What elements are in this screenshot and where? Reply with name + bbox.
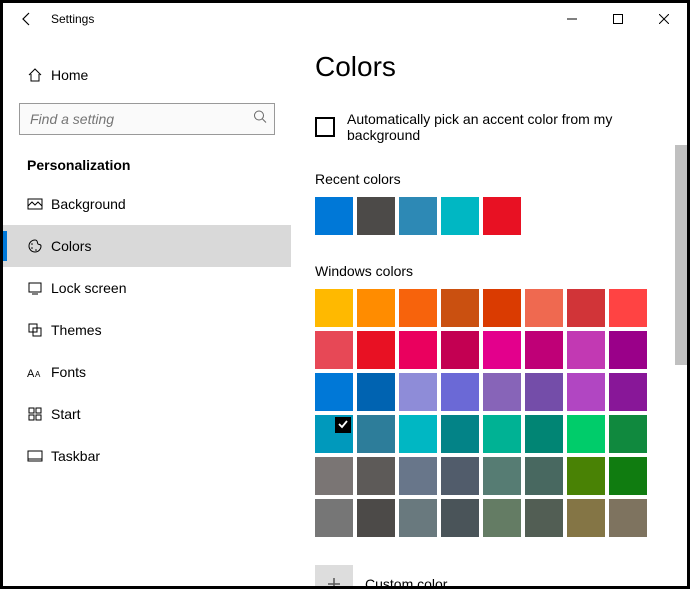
nav-label: Lock screen [51, 280, 126, 296]
windows-color-swatch[interactable] [609, 289, 647, 327]
windows-color-swatch[interactable] [567, 499, 605, 537]
windows-color-swatch[interactable] [399, 331, 437, 369]
windows-colors-label: Windows colors [315, 263, 687, 279]
background-icon [27, 196, 51, 212]
home-nav[interactable]: Home [3, 55, 291, 95]
recent-color-swatch[interactable] [441, 197, 479, 235]
window-title: Settings [51, 12, 94, 26]
windows-color-swatch[interactable] [357, 289, 395, 327]
recent-color-swatch[interactable] [357, 197, 395, 235]
lock-screen-icon [27, 280, 51, 296]
nav-fonts[interactable]: AA Fonts [3, 351, 291, 393]
palette-icon [27, 238, 51, 254]
windows-color-swatch[interactable] [315, 457, 353, 495]
search-input[interactable] [19, 103, 275, 135]
windows-color-swatch[interactable] [315, 373, 353, 411]
svg-text:A: A [35, 370, 41, 379]
nav-label: Fonts [51, 364, 86, 380]
windows-color-swatch[interactable] [315, 289, 353, 327]
windows-color-swatch[interactable] [399, 289, 437, 327]
windows-color-swatch[interactable] [357, 373, 395, 411]
windows-color-swatch[interactable] [567, 373, 605, 411]
windows-color-swatch[interactable] [357, 457, 395, 495]
windows-color-swatch[interactable] [357, 415, 395, 453]
windows-color-swatch[interactable] [525, 373, 563, 411]
nav-lock-screen[interactable]: Lock screen [3, 267, 291, 309]
windows-color-swatch[interactable] [525, 289, 563, 327]
nav-colors[interactable]: Colors [3, 225, 291, 267]
windows-color-swatch[interactable] [441, 415, 479, 453]
windows-color-swatch[interactable] [441, 373, 479, 411]
nav-label: Background [51, 196, 126, 212]
windows-color-swatch[interactable] [357, 499, 395, 537]
auto-pick-checkbox[interactable] [315, 117, 335, 137]
nav-label: Taskbar [51, 448, 100, 464]
windows-color-swatch[interactable] [399, 457, 437, 495]
recent-color-swatch[interactable] [483, 197, 521, 235]
windows-color-swatch[interactable] [567, 331, 605, 369]
windows-color-swatch[interactable] [399, 373, 437, 411]
home-label: Home [51, 67, 88, 83]
windows-color-swatch[interactable] [441, 457, 479, 495]
scrollbar-track[interactable] [675, 35, 687, 586]
windows-color-swatch[interactable] [525, 457, 563, 495]
windows-color-swatch[interactable] [357, 331, 395, 369]
windows-color-swatch[interactable] [483, 331, 521, 369]
section-label: Personalization [3, 135, 291, 183]
maximize-button[interactable] [595, 3, 641, 35]
custom-color-label: Custom color [365, 576, 447, 586]
windows-color-swatch[interactable] [399, 415, 437, 453]
windows-color-swatch[interactable] [483, 457, 521, 495]
windows-color-swatch[interactable] [399, 499, 437, 537]
windows-color-swatch[interactable] [609, 415, 647, 453]
home-icon [27, 67, 51, 83]
auto-pick-checkbox-row[interactable]: Automatically pick an accent color from … [315, 111, 687, 143]
close-button[interactable] [641, 3, 687, 35]
windows-color-swatch[interactable] [609, 457, 647, 495]
windows-color-swatch[interactable] [441, 331, 479, 369]
windows-color-swatch[interactable] [441, 289, 479, 327]
windows-color-swatch[interactable] [483, 499, 521, 537]
windows-color-swatch[interactable] [609, 331, 647, 369]
windows-color-swatch[interactable] [567, 289, 605, 327]
start-icon [27, 406, 51, 422]
recent-color-swatch[interactable] [315, 197, 353, 235]
windows-color-swatch[interactable] [567, 415, 605, 453]
recent-color-swatch[interactable] [399, 197, 437, 235]
search-field[interactable] [19, 103, 275, 135]
nav-label: Themes [51, 322, 102, 338]
windows-color-swatch[interactable] [315, 415, 353, 453]
windows-color-swatch[interactable] [525, 331, 563, 369]
nav-label: Colors [51, 238, 91, 254]
windows-color-swatch[interactable] [525, 415, 563, 453]
windows-color-swatch[interactable] [609, 499, 647, 537]
nav-label: Start [51, 406, 81, 422]
nav-start[interactable]: Start [3, 393, 291, 435]
nav-themes[interactable]: Themes [3, 309, 291, 351]
fonts-icon: AA [27, 365, 51, 379]
nav-taskbar[interactable]: Taskbar [3, 435, 291, 477]
windows-color-swatch[interactable] [315, 331, 353, 369]
windows-color-swatch[interactable] [525, 499, 563, 537]
svg-text:A: A [27, 368, 35, 379]
search-icon [253, 110, 267, 129]
recent-colors-label: Recent colors [315, 171, 687, 187]
nav-background[interactable]: Background [3, 183, 291, 225]
windows-color-swatch[interactable] [483, 415, 521, 453]
taskbar-icon [27, 448, 51, 464]
minimize-button[interactable] [549, 3, 595, 35]
windows-color-swatch[interactable] [567, 457, 605, 495]
windows-color-swatch[interactable] [315, 499, 353, 537]
custom-color-button[interactable]: Custom color [315, 565, 687, 586]
page-title: Colors [315, 51, 687, 83]
windows-color-swatch[interactable] [483, 289, 521, 327]
windows-color-swatch[interactable] [483, 373, 521, 411]
auto-pick-label: Automatically pick an accent color from … [347, 111, 687, 143]
windows-color-swatch[interactable] [441, 499, 479, 537]
back-button[interactable] [3, 3, 51, 35]
scrollbar-thumb[interactable] [675, 145, 687, 365]
themes-icon [27, 322, 51, 338]
windows-color-swatch[interactable] [609, 373, 647, 411]
plus-icon [315, 565, 353, 586]
